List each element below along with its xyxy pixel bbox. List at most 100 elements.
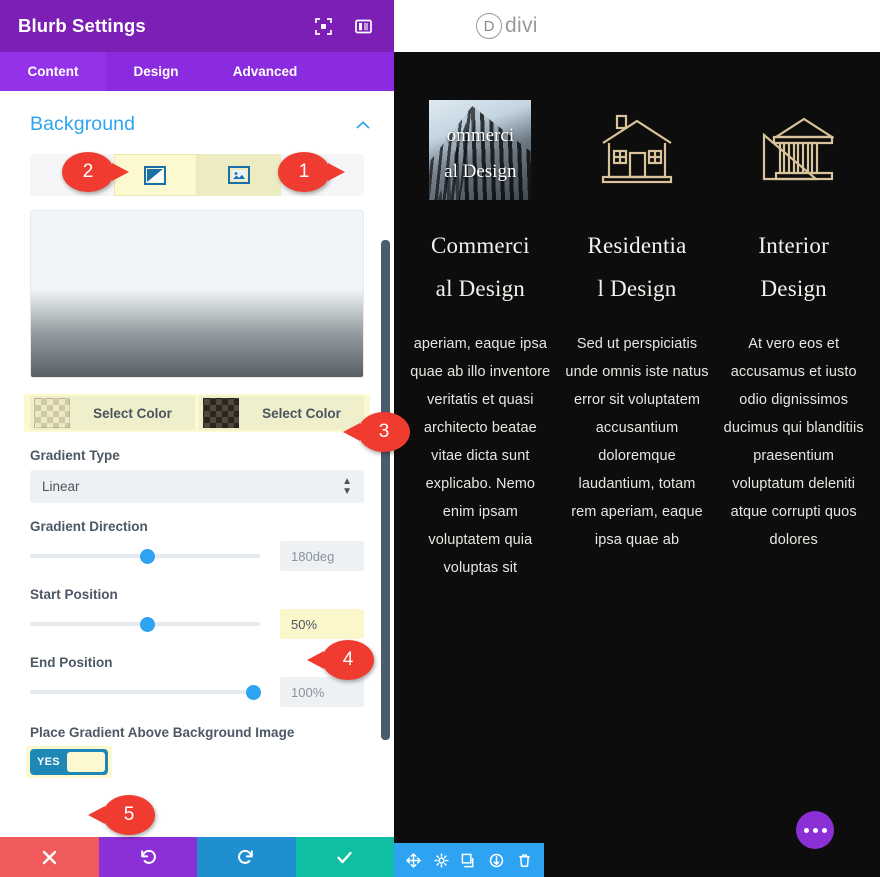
end-color-label: Select Color [262,405,341,421]
place-gradient-toggle[interactable]: YES [30,749,108,775]
panel-header: Blurb Settings [0,0,394,52]
gradient-direction-row: 180deg [30,541,364,571]
delete-module-icon[interactable] [517,853,532,868]
ellipsis-dot [821,827,827,833]
page-preview: D divi ommerci al Design Commerci al Des… [394,0,880,877]
undo-button[interactable] [98,837,197,877]
end-position-slider[interactable] [30,681,262,703]
end-color-picker[interactable]: Select Color [199,396,364,430]
blurb-title: Residentia l Design [565,224,710,310]
blurb-title-line2: l Design [597,276,677,301]
divi-header-bar: D divi [394,0,880,52]
start-color-swatch [34,398,70,428]
slider-knob[interactable] [246,685,262,700]
module-settings-gear-icon[interactable] [434,852,449,868]
building-photo-icon: ommerci al Design [429,100,532,200]
blurb-icon-wrap: ommerci al Design [408,100,553,200]
toggle-handle[interactable] [66,752,105,772]
blurb-title-line1: Residentia [587,233,687,258]
blurb-interior-design[interactable]: Interior Design At vero eos et accusamus… [715,100,872,582]
divi-logo: D divi [476,13,538,39]
chevron-updown-icon: ▲ ▼ [342,475,352,497]
gradient-preview [30,210,364,378]
gradient-direction-label: Gradient Direction [30,519,148,534]
undo-icon [140,849,156,864]
image-icon [227,166,250,184]
gradient-type-label: Gradient Type [30,448,120,463]
blurb-icon-wrap [721,100,866,200]
panel-scrollbar[interactable] [381,240,390,740]
ellipsis-dot [803,827,809,833]
section-title: Background [30,113,136,135]
divi-logo-mark: D [476,13,502,39]
blurb-title-line2: Design [760,276,827,301]
gradient-type-select[interactable]: Linear ▲ ▼ [30,470,364,503]
panel-body: Background Select Color Select Color Gra… [0,91,394,837]
place-gradient-label: Place Gradient Above Background Image [30,725,295,740]
blurb-title-line1: Interior [758,233,829,258]
panel-layout-icon[interactable] [350,13,376,39]
ellipsis-dot [812,827,818,833]
blurb-title-line2: al Design [435,276,525,301]
background-section-header[interactable]: Background [0,91,394,136]
gradient-type-value: Linear [42,479,80,494]
gradient-icon [144,165,167,185]
save-button[interactable] [295,837,394,877]
check-icon [337,851,352,863]
background-video-tab[interactable] [281,154,365,196]
start-position-label: Start Position [30,587,118,602]
gradient-direction-input[interactable]: 180deg [280,541,364,571]
blurb-residential-design[interactable]: Residentia l Design Sed ut perspiciatis … [559,100,716,582]
gradient-color-row: Select Color Select Color [24,394,370,432]
end-position-label: End Position [30,655,113,670]
photo-overlay-line2: al Design [444,161,517,182]
start-color-label: Select Color [93,405,172,421]
background-type-toggle-row [30,154,364,196]
end-position-row: 100% [30,677,364,707]
blurb-title: Interior Design [721,224,866,310]
redo-button[interactable] [197,837,296,877]
end-position-input[interactable]: 100% [280,677,364,707]
tab-content[interactable]: Content [0,52,106,91]
blurb-title-line1: Commerci [430,233,530,258]
blurb-body: At vero eos et accusamus et iusto odio d… [723,336,864,548]
close-icon [42,850,56,864]
move-module-icon[interactable] [406,852,422,868]
slider-knob[interactable] [140,617,156,632]
start-position-slider[interactable] [30,613,260,635]
start-position-row: 50% [30,609,364,639]
redo-icon [238,849,254,864]
blurb-row: ommerci al Design Commerci al Design ape… [394,52,880,582]
start-color-picker[interactable]: Select Color [30,396,195,430]
panel-footer [0,837,394,877]
panel-tabs: Content Design Advanced [0,52,394,91]
tab-design[interactable]: Design [106,52,206,91]
focus-mode-icon[interactable] [310,13,336,39]
duplicate-module-icon[interactable] [461,853,476,868]
gradient-direction-slider[interactable] [30,545,260,567]
end-color-swatch [203,398,239,428]
blurb-commercial-design[interactable]: ommerci al Design Commerci al Design ape… [402,100,559,582]
chevron-up-icon[interactable] [354,116,372,134]
toggle-yes-label: YES [37,756,60,768]
save-to-library-icon[interactable] [489,853,504,868]
page-title: Blurb Settings [18,15,146,36]
divi-logo-text: divi [505,14,538,37]
page-settings-fab[interactable] [796,811,834,849]
background-image-tab[interactable] [197,154,281,196]
blurb-settings-panel: Blurb Settings Content Design Advanced B… [0,0,394,877]
cancel-button[interactable] [0,837,99,877]
blurb-body: aperiam, eaque ipsa quae ab illo invento… [410,336,551,576]
blurb-title: Commerci al Design [408,224,553,310]
start-position-input[interactable]: 50% [280,609,364,639]
background-gradient-tab[interactable] [113,154,197,196]
house-icon [601,114,673,184]
module-toolbar [394,843,544,877]
classical-building-ruler-icon [762,117,834,181]
slider-knob[interactable] [140,549,156,564]
tab-advanced[interactable]: Advanced [206,52,324,91]
place-gradient-toggle-wrap: YES [26,746,112,778]
slider-track [30,690,260,694]
blurb-body: Sed ut perspiciatis unde omnis iste natu… [565,336,709,548]
background-color-tab[interactable] [30,154,114,196]
